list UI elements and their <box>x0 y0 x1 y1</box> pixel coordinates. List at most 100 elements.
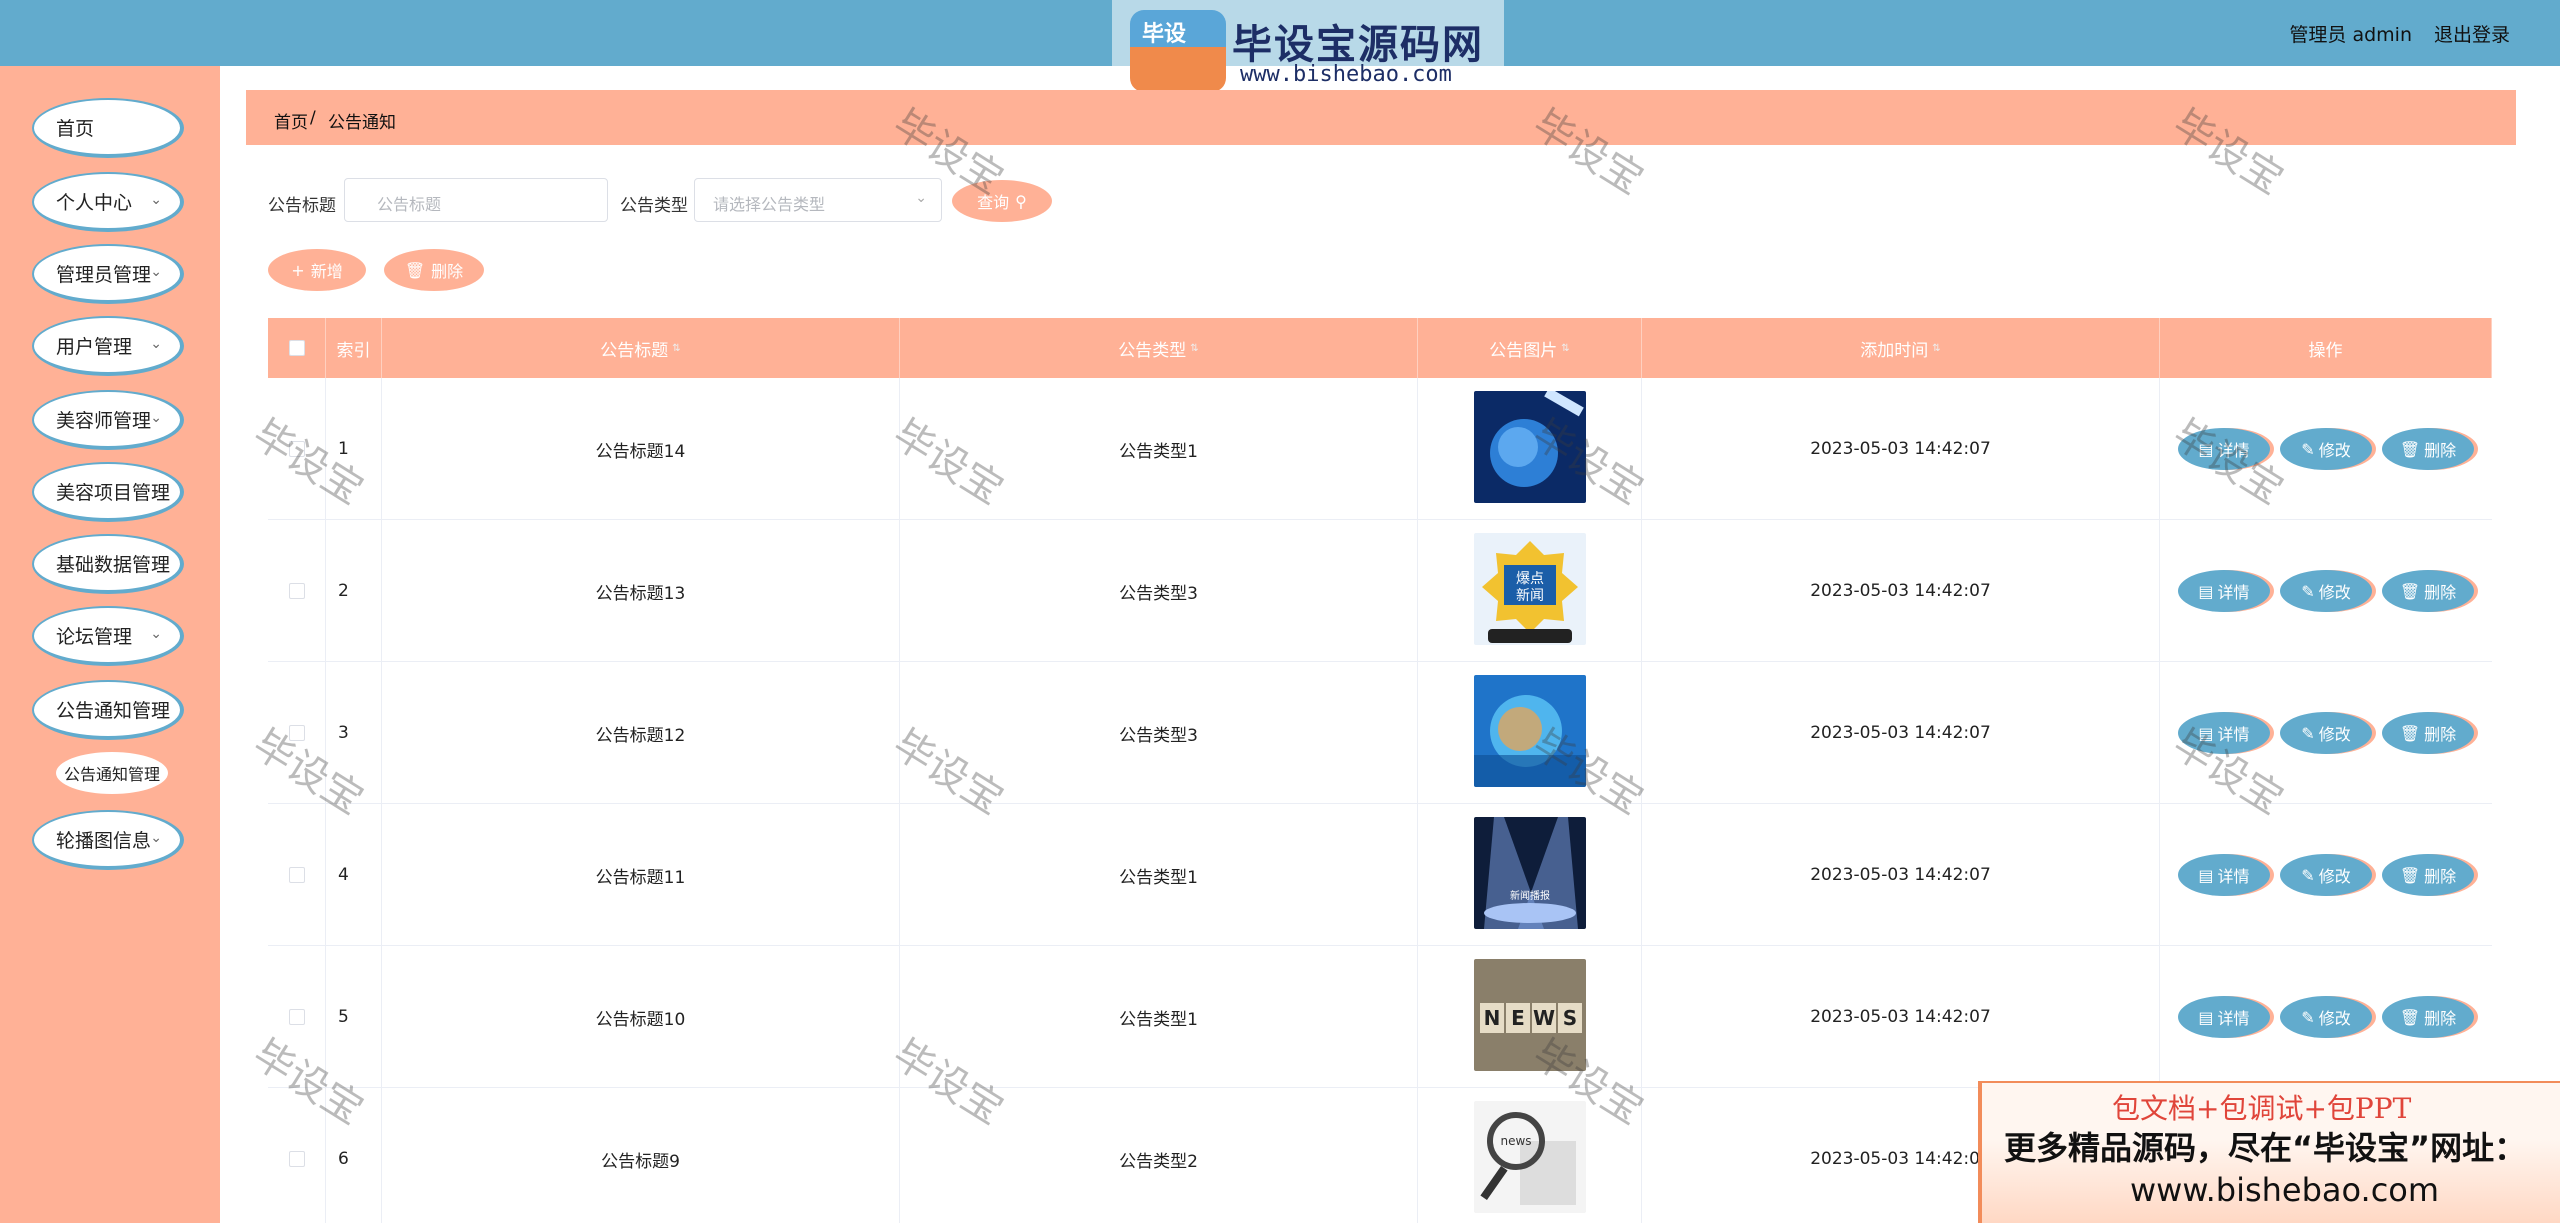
query-button[interactable]: 查询 ⚲ <box>952 180 1052 222</box>
row-checkbox[interactable] <box>288 725 305 741</box>
edit-button[interactable]: ✎修改 <box>2280 854 2372 896</box>
chevron-down-icon: ⌄ <box>150 410 162 426</box>
delete-button[interactable]: 🗑删除 <box>2382 712 2474 754</box>
row-checkbox[interactable] <box>288 583 305 599</box>
column-type[interactable]: 公告类型 ⇅ <box>900 318 1418 378</box>
cell-title: 公告标题10 <box>382 946 900 1088</box>
breadcrumb-home[interactable]: 首页 <box>274 108 308 133</box>
chevron-down-icon: ⌄ <box>150 192 162 208</box>
sidebar-item-10[interactable]: 轮播图信息 ⌄ <box>32 810 184 870</box>
cell-image: news <box>1418 1088 1642 1223</box>
trash-icon: 🗑 <box>2399 1007 2421 1027</box>
logout-link[interactable]: 退出登录 <box>2434 20 2510 47</box>
cell-index: 5 <box>326 946 382 1088</box>
sidebar-item-3[interactable]: 管理员管理 ⌄ <box>32 244 184 304</box>
cell-image <box>1418 378 1642 520</box>
svg-text:新闻播报: 新闻播报 <box>1510 889 1550 902</box>
trash-icon: 🗑 <box>404 260 426 280</box>
select-all-checkbox[interactable] <box>288 340 305 356</box>
add-button[interactable]: + 新增 <box>268 249 366 291</box>
delete-button[interactable]: 🗑删除 <box>2382 996 2474 1038</box>
cell-time: 2023-05-03 14:42:07 <box>1642 804 2160 946</box>
plus-icon: + <box>291 260 305 280</box>
svg-text:N: N <box>1483 1006 1500 1030</box>
type-select[interactable]: 请选择公告类型 ⌄ <box>694 178 942 222</box>
svg-text:新闻: 新闻 <box>1516 588 1544 604</box>
svg-text:E: E <box>1511 1006 1525 1030</box>
row-select-cell <box>268 378 326 520</box>
table-row: 5 公告标题10 公告类型1 N E W S 2023-05-03 14:42:07 ▤ 详情 ✎ 修… <box>268 946 2492 1088</box>
cell-title: 公告标题14 <box>382 378 900 520</box>
edit-icon: ✎ <box>2301 865 2315 885</box>
sidebar-item-2[interactable]: 个人中心 ⌄ <box>32 172 184 232</box>
trash-icon: 🗑 <box>2399 865 2421 885</box>
cell-index: 2 <box>326 520 382 662</box>
chevron-down-icon: ⌄ <box>150 482 162 498</box>
notice-image: 新闻播报 <box>1473 816 1586 934</box>
column-actions: 操作 <box>2160 318 2492 378</box>
column-time[interactable]: 添加时间 ⇅ <box>1642 318 2160 378</box>
row-select-cell <box>268 1088 326 1223</box>
trash-icon: 🗑 <box>2399 581 2421 601</box>
delete-button[interactable]: 🗑删除 <box>2382 428 2474 470</box>
row-checkbox[interactable] <box>288 867 305 883</box>
row-select-cell <box>268 662 326 804</box>
edit-button[interactable]: ✎修改 <box>2280 712 2372 754</box>
chevron-down-icon: ⌄ <box>150 626 162 642</box>
sidebar-item-6[interactable]: 美容项目管理 ⌄ <box>32 462 184 522</box>
cell-type: 公告类型3 <box>900 662 1418 804</box>
svg-text:爆点: 爆点 <box>1516 571 1544 587</box>
cell-index: 4 <box>326 804 382 946</box>
table-row: 4 公告标题11 公告类型1 新闻播报 2023-05-03 14:42:07 ▤ 详情 ✎ 修… <box>268 804 2492 946</box>
sidebar-item-4[interactable]: 用户管理 ⌄ <box>32 316 184 376</box>
cell-title: 公告标题13 <box>382 520 900 662</box>
batch-delete-button[interactable]: 🗑 删除 <box>384 249 484 291</box>
svg-text:news: news <box>1500 1134 1531 1148</box>
delete-button[interactable]: 🗑删除 <box>2382 854 2474 896</box>
detail-button[interactable]: ▤详情 <box>2178 570 2270 612</box>
table-row: 3 公告标题12 公告类型3 2023-05-03 14:42:07 ▤ 详情 ✎ 修改 🗑 删除 <box>268 662 2492 804</box>
detail-button[interactable]: ▤详情 <box>2178 428 2270 470</box>
cell-actions: ▤详情✎修改🗑删除 <box>2160 804 2492 946</box>
cell-image: 新闻播报 <box>1418 804 1642 946</box>
column-title[interactable]: 公告标题 ⇅ <box>382 318 900 378</box>
detail-button[interactable]: ▤详情 <box>2178 712 2270 754</box>
edit-button[interactable]: ✎修改 <box>2280 428 2372 470</box>
sidebar-item-9[interactable]: 公告通知管理 ⌄ <box>32 680 184 740</box>
chevron-down-icon: ⌄ <box>150 830 162 846</box>
sidebar-item-1[interactable]: 首页 <box>32 98 184 158</box>
chevron-down-icon: ⌄ <box>150 336 162 352</box>
sidebar-item-7[interactable]: 基础数据管理 ⌄ <box>32 534 184 594</box>
table-row: 2 公告标题13 公告类型3 爆点 新闻 2023-05-03 14:42:07 ▤ 详情 ✎ 修… <box>268 520 2492 662</box>
detail-button[interactable]: ▤详情 <box>2178 854 2270 896</box>
sidebar-subitem-notice[interactable]: 公告通知管理 <box>56 752 168 794</box>
row-checkbox[interactable] <box>288 441 305 457</box>
chevron-down-icon: ⌄ <box>915 190 927 206</box>
title-search-input[interactable]: 公告标题 <box>344 178 608 222</box>
cell-image: NEWS <box>1418 946 1642 1088</box>
delete-button[interactable]: 🗑删除 <box>2382 570 2474 612</box>
sidebar-item-5[interactable]: 美容师管理 ⌄ <box>32 390 184 450</box>
sort-icon: ⇅ <box>1190 342 1199 354</box>
row-checkbox[interactable] <box>288 1151 305 1167</box>
promo-line-2: 更多精品源码，尽在“毕设宝”网址： <box>2004 1129 2527 1167</box>
edit-button[interactable]: ✎修改 <box>2280 996 2372 1038</box>
trash-icon: 🗑 <box>2399 723 2421 743</box>
breadcrumb-current: 公告通知 <box>328 113 396 133</box>
cell-type: 公告类型2 <box>900 1088 1418 1223</box>
detail-button[interactable]: ▤详情 <box>2178 996 2270 1038</box>
breadcrumb: 首页 / 公告通知 <box>246 90 2516 145</box>
row-checkbox[interactable] <box>288 1009 305 1025</box>
promo-banner: 包文档+包调试+包PPT 更多精品源码，尽在“毕设宝”网址： www.bishe… <box>1978 1081 2560 1223</box>
notice-image <box>1473 674 1586 792</box>
column-image[interactable]: 公告图片 ⇅ <box>1418 318 1642 378</box>
notice-image: 爆点 新闻 <box>1473 532 1586 650</box>
type-select-label: 公告类型 <box>620 196 688 216</box>
sidebar-item-8[interactable]: 论坛管理 ⌄ <box>32 606 184 666</box>
cell-actions: ▤详情✎修改🗑删除 <box>2160 520 2492 662</box>
edit-button[interactable]: ✎修改 <box>2280 570 2372 612</box>
document-icon: ▤ <box>2198 1007 2214 1027</box>
select-all-cell <box>268 318 326 378</box>
trash-icon: 🗑 <box>2399 439 2421 459</box>
notice-image: news <box>1473 1100 1586 1218</box>
